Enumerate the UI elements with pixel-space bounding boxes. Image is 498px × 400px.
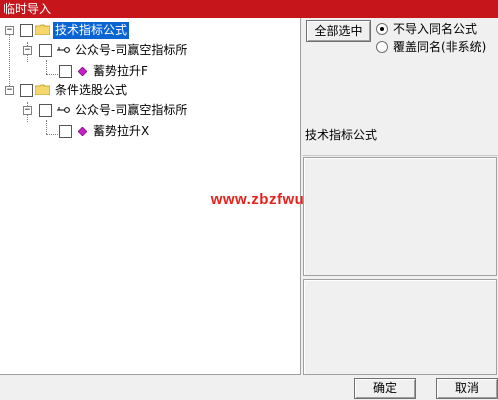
cancel-button[interactable]: 取消 — [436, 378, 498, 399]
overwrite-radio[interactable] — [376, 41, 388, 53]
tree-checkbox[interactable] — [59, 65, 72, 78]
key-icon — [57, 107, 70, 113]
folder-icon — [35, 84, 50, 95]
info-panel-bottom — [303, 279, 497, 375]
tree-label: 蓄势拉升F — [93, 64, 148, 78]
tree-checkbox[interactable] — [20, 24, 33, 37]
tree-label: 条件选股公式 — [55, 83, 128, 97]
no-import-label[interactable]: 不导入同名公式 — [393, 22, 477, 36]
tree-node-screening[interactable]: − 条件选股公式 — [0, 82, 300, 99]
tree-checkbox[interactable] — [59, 125, 72, 138]
tree-node-technical[interactable]: − 技术指标公式 — [0, 22, 300, 39]
tree-checkbox[interactable] — [39, 44, 52, 57]
tree-node-formula[interactable]: 蓄势拉升X — [0, 123, 300, 140]
tree-label: 技术指标公式 — [53, 22, 130, 39]
tree-node-author[interactable]: − 公众号-司赢空指标所 — [0, 42, 300, 59]
tree-checkbox[interactable] — [20, 84, 33, 97]
tree-node-formula[interactable]: 蓄势拉升F — [0, 63, 300, 80]
collapse-icon[interactable]: − — [23, 106, 32, 115]
collapse-icon[interactable]: − — [5, 26, 14, 35]
collapse-icon[interactable]: − — [23, 46, 32, 55]
tree-node-author[interactable]: − 公众号-司赢空指标所 — [0, 102, 300, 119]
select-all-button[interactable]: 全部选中 — [306, 20, 371, 42]
no-import-radio[interactable] — [376, 23, 388, 35]
key-icon — [57, 47, 70, 53]
folder-icon — [35, 24, 50, 35]
window-title: 临时导入 — [3, 2, 52, 16]
formula-icon — [78, 127, 87, 136]
tree-label: 蓄势拉升X — [93, 124, 150, 138]
divider — [302, 155, 498, 156]
category-label: 技术指标公式 — [305, 128, 378, 142]
info-panel-top — [303, 157, 497, 276]
tree-label: 公众号-司赢空指标所 — [75, 43, 188, 57]
overwrite-label[interactable]: 覆盖同名(非系统) — [393, 40, 486, 54]
collapse-icon[interactable]: − — [5, 86, 14, 95]
ok-button[interactable]: 确定 — [354, 378, 416, 399]
tree-checkbox[interactable] — [39, 104, 52, 117]
tree-label: 公众号-司赢空指标所 — [75, 103, 188, 117]
formula-icon — [78, 67, 87, 76]
title-bar[interactable]: 临时导入 — [0, 0, 498, 18]
